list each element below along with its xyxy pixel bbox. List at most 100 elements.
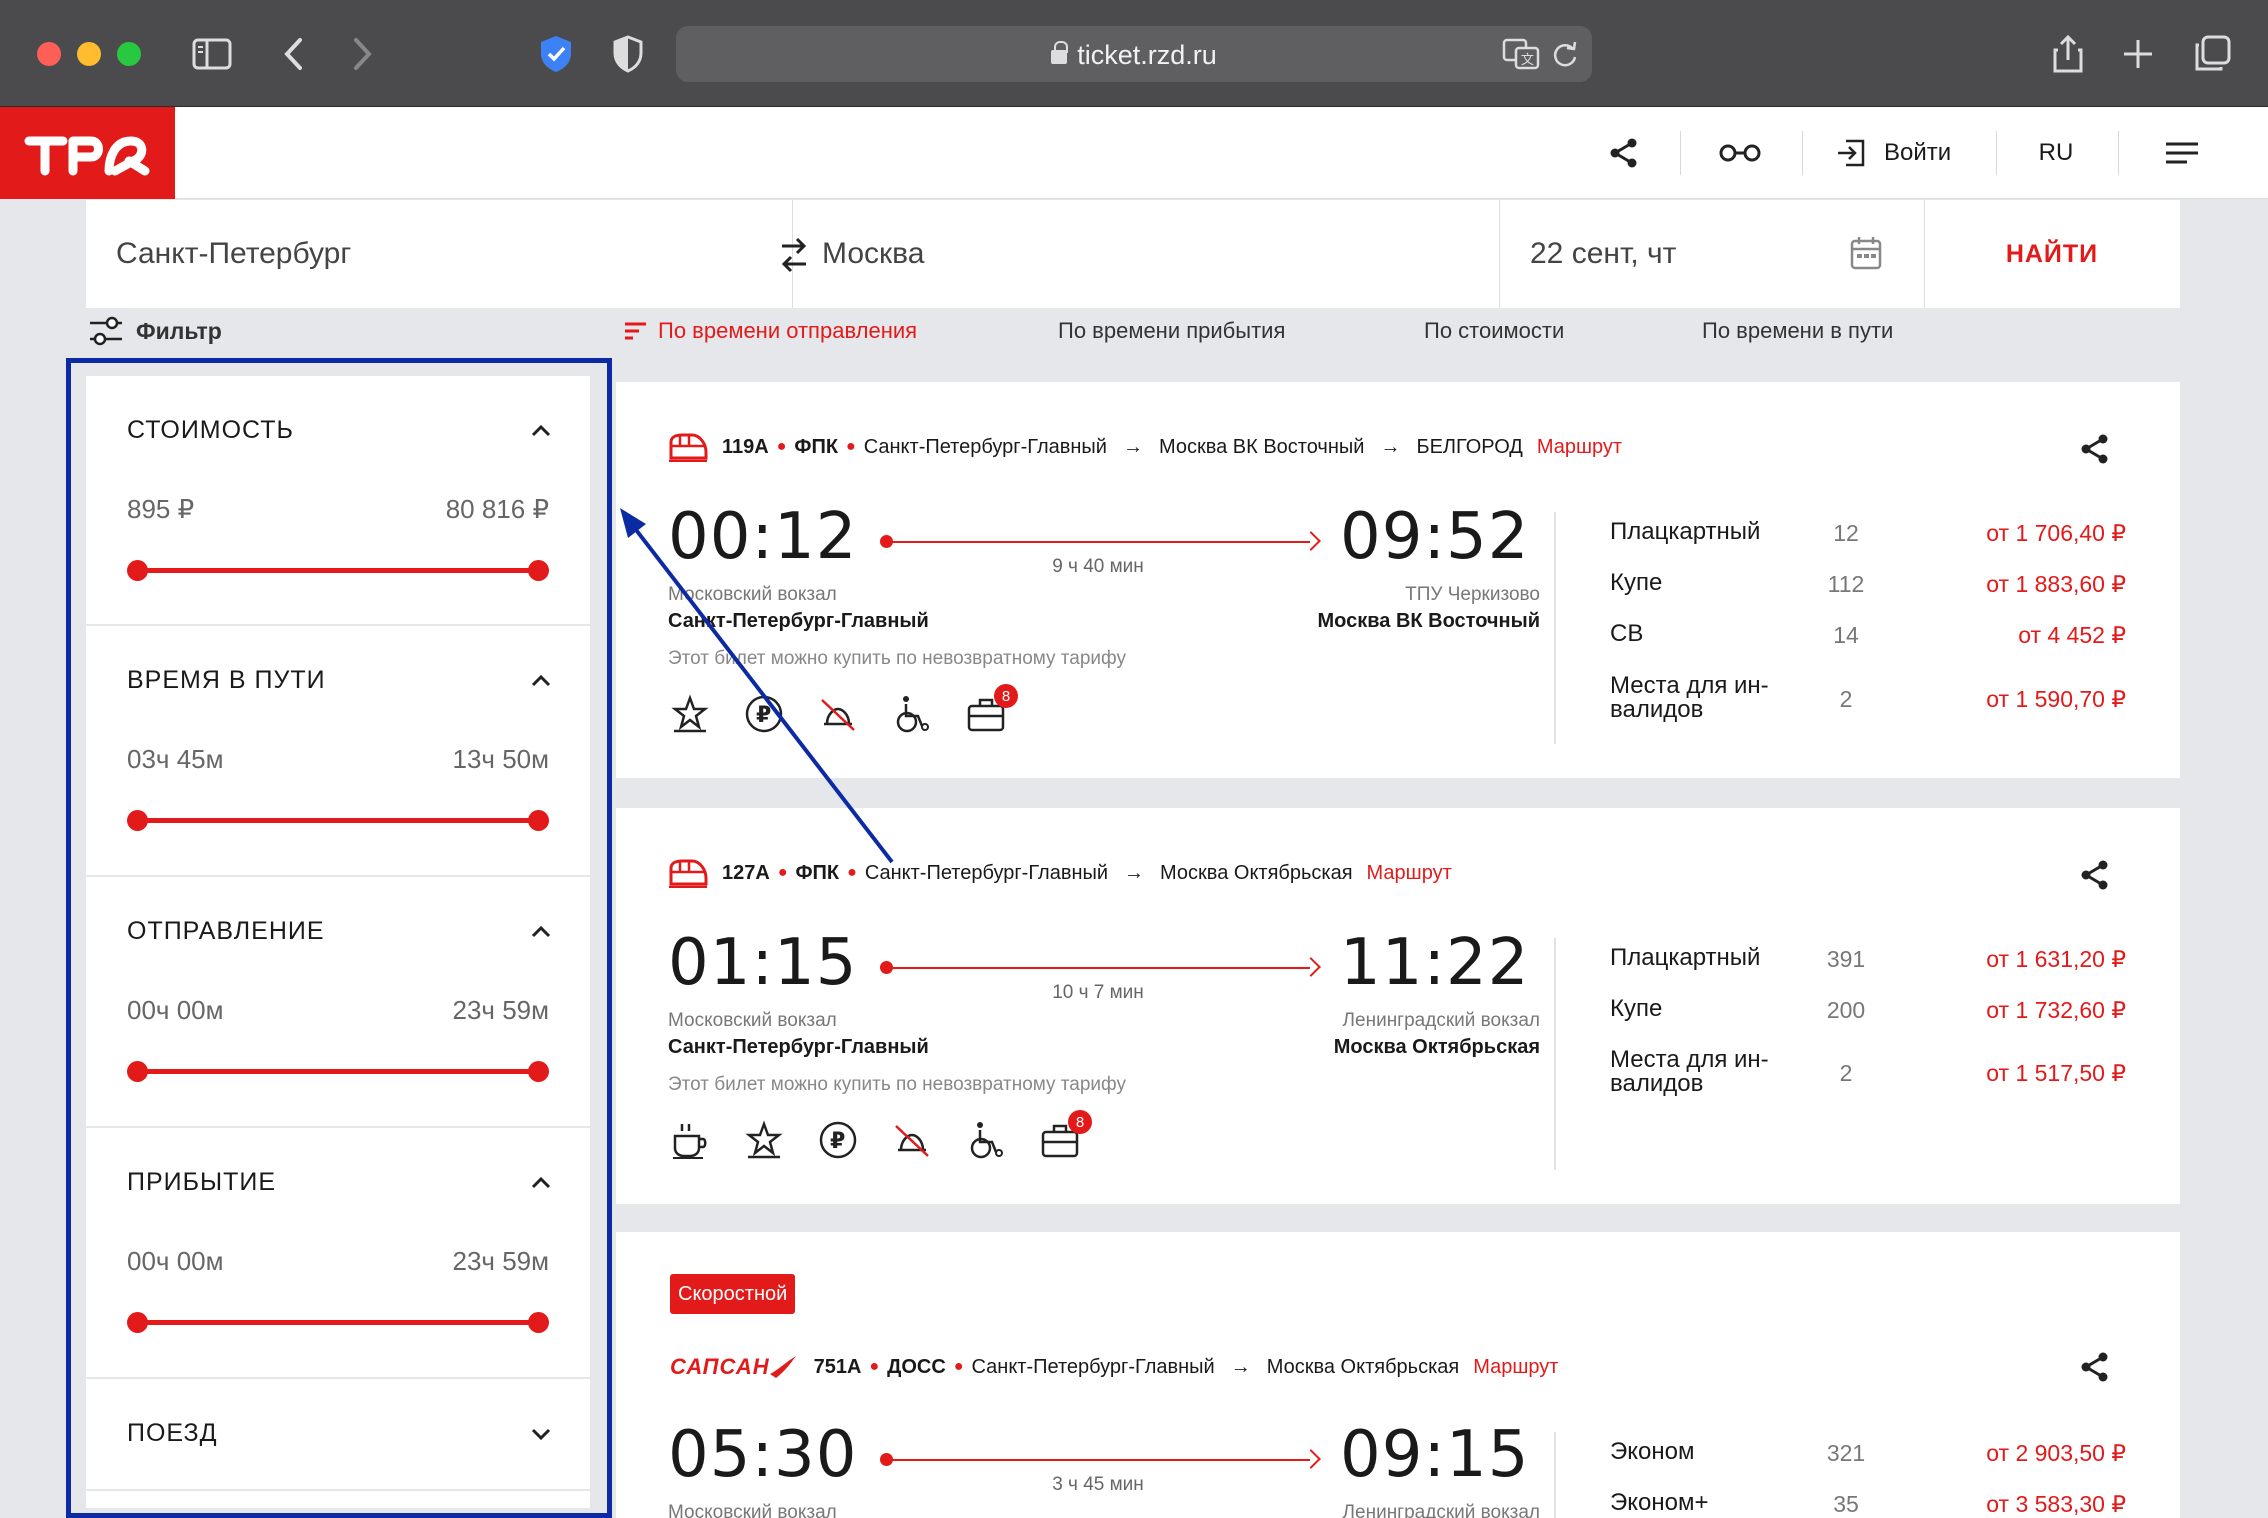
- share-icon[interactable]: [2080, 1352, 2110, 1382]
- date-field[interactable]: 22 сент, чт: [1530, 200, 1676, 308]
- close-window-button[interactable]: [37, 42, 61, 66]
- slider-max-handle[interactable]: [528, 1061, 549, 1082]
- login-button[interactable]: Войти: [1836, 107, 1966, 199]
- shield-check-icon[interactable]: [532, 30, 580, 78]
- slider-max-handle[interactable]: [528, 560, 549, 581]
- share-icon[interactable]: [1600, 107, 1648, 199]
- seat-price[interactable]: от 4 452 ₽: [2018, 622, 2126, 649]
- to-field[interactable]: Москва: [822, 200, 924, 308]
- slider-max-handle[interactable]: [528, 810, 549, 831]
- route-link[interactable]: Маршрут: [1473, 1356, 1558, 1379]
- seat-class[interactable]: Купе: [1610, 997, 1662, 1021]
- arrow-right-icon: →: [1122, 435, 1143, 458]
- seat-price[interactable]: от 1 590,70 ₽: [1986, 686, 2126, 713]
- train-card[interactable]: 127А ● ФПК ● Санкт-Петербург-Главный → М…: [616, 808, 2180, 1204]
- new-tab-icon[interactable]: [2114, 30, 2162, 78]
- train-card[interactable]: Скоростной САПСАН 751А ● ДОСС ● Санкт-Пе…: [616, 1232, 2180, 1518]
- seat-class[interactable]: Эконом: [1610, 1440, 1694, 1464]
- wheelchair-icon: [964, 1118, 1008, 1162]
- back-icon[interactable]: [270, 30, 318, 78]
- filter-section-train: ПОЕЗД: [86, 1379, 590, 1491]
- chevron-up-icon[interactable]: [530, 1172, 552, 1194]
- seat-class[interactable]: Плацкартный: [1610, 520, 1760, 544]
- seat-class[interactable]: Купе: [1610, 571, 1662, 595]
- range-slider[interactable]: [127, 1061, 549, 1082]
- tabs-overview-icon[interactable]: [2188, 30, 2236, 78]
- chevron-down-icon[interactable]: [530, 1423, 552, 1445]
- route-to: БЕЛГОРОД: [1416, 435, 1523, 458]
- seat-class[interactable]: Эконом+: [1610, 1491, 1708, 1515]
- find-button[interactable]: НАЙТИ: [1924, 200, 2180, 308]
- route-from: Санкт-Петербург-Главный: [971, 1355, 1215, 1378]
- from-field[interactable]: Санкт-Петербург: [116, 200, 351, 308]
- language-switch[interactable]: RU: [2030, 107, 2082, 199]
- filter-title[interactable]: ВРЕМЯ В ПУТИ: [127, 666, 326, 695]
- sort-active-icon: [624, 321, 648, 341]
- rzd-logo[interactable]: [0, 107, 175, 199]
- train-header: 127А ● ФПК ● Санкт-Петербург-Главный → М…: [668, 858, 1452, 888]
- swap-icon[interactable]: [778, 236, 810, 274]
- slider-min-handle[interactable]: [127, 810, 148, 831]
- calendar-icon[interactable]: [1850, 236, 1882, 270]
- slider-min-handle[interactable]: [127, 1061, 148, 1082]
- maximize-window-button[interactable]: [117, 42, 141, 66]
- filter-title[interactable]: ОТПРАВЛЕНИЕ: [127, 917, 325, 946]
- arrival-station-sub: Ленинградский вокзал: [1342, 1010, 1540, 1031]
- chevron-up-icon[interactable]: [530, 921, 552, 943]
- seat-price[interactable]: от 3 583,30 ₽: [1986, 1491, 2126, 1518]
- chevron-up-icon[interactable]: [530, 420, 552, 442]
- url-text: ticket.rzd.ru: [1077, 40, 1217, 70]
- seat-class[interactable]: Места для ин- валидов: [1610, 674, 1769, 722]
- range-slider[interactable]: [127, 560, 549, 581]
- filter-toggle[interactable]: Фильтр: [88, 316, 222, 346]
- filter-panel: СТОИМОСТЬ 895 ₽ 80 816 ₽ ВРЕМЯ В ПУТИ 03…: [86, 376, 590, 1508]
- sidebar-icon[interactable]: [188, 30, 236, 78]
- seat-price[interactable]: от 1 732,60 ₽: [1986, 997, 2126, 1024]
- privacy-shield-icon[interactable]: [604, 30, 652, 78]
- route-to: Москва Октябрьская: [1266, 1355, 1460, 1378]
- range-max: 23ч 59м: [452, 1246, 549, 1276]
- slider-min-handle[interactable]: [127, 1312, 148, 1333]
- arrival-station-sub: Ленинградский вокзал: [1342, 1502, 1540, 1518]
- route-link[interactable]: Маршрут: [1367, 862, 1452, 885]
- minimize-window-button[interactable]: [77, 42, 101, 66]
- slider-min-handle[interactable]: [127, 560, 148, 581]
- translate-icon[interactable]: 文: [1502, 38, 1542, 70]
- seat-price[interactable]: от 1 883,60 ₽: [1986, 571, 2126, 598]
- share-browser-icon[interactable]: [2044, 30, 2092, 78]
- seat-class[interactable]: Места для ин- валидов: [1610, 1048, 1769, 1096]
- slider-max-handle[interactable]: [528, 1312, 549, 1333]
- menu-icon[interactable]: [2160, 107, 2204, 199]
- seat-class[interactable]: СВ: [1610, 622, 1643, 646]
- filter-title[interactable]: ПРИБЫТИЕ: [127, 1168, 276, 1197]
- seat-count: 112: [1827, 571, 1865, 597]
- filter-label: Фильтр: [136, 317, 222, 344]
- accessibility-glasses-icon[interactable]: [1716, 107, 1764, 199]
- seat-price[interactable]: от 1 706,40 ₽: [1986, 520, 2126, 547]
- seat-price[interactable]: от 1 631,20 ₽: [1986, 946, 2126, 973]
- filter-section-duration: ВРЕМЯ В ПУТИ 03ч 45м 13ч 50м: [86, 626, 590, 877]
- sort-by-duration[interactable]: По времени в пути: [1702, 316, 1893, 346]
- sort-by-arrival[interactable]: По времени прибытия: [1058, 316, 1285, 346]
- address-bar[interactable]: ticket.rzd.ru 文: [676, 26, 1592, 82]
- sort-by-departure[interactable]: По времени отправления: [624, 316, 917, 346]
- chevron-up-icon[interactable]: [530, 670, 552, 692]
- seat-class[interactable]: Плацкартный: [1610, 946, 1760, 970]
- route-from: Санкт-Петербург-Главный: [864, 861, 1109, 884]
- nonrefund-note: Этот билет можно купить по невозвратному…: [668, 648, 1126, 669]
- filter-title[interactable]: ПОЕЗД: [127, 1419, 218, 1448]
- train-card[interactable]: 119А ● ФПК ● Санкт-Петербург-Главный → М…: [616, 382, 2180, 778]
- seat-price[interactable]: от 1 517,50 ₽: [1986, 1060, 2126, 1087]
- share-icon[interactable]: [2080, 434, 2110, 464]
- reload-icon[interactable]: [1552, 40, 1578, 68]
- sort-by-price[interactable]: По стоимости: [1424, 316, 1564, 346]
- forward-icon[interactable]: [338, 30, 386, 78]
- seat-price[interactable]: от 2 903,50 ₽: [1986, 1440, 2126, 1467]
- range-slider[interactable]: [127, 1312, 549, 1333]
- range-slider[interactable]: [127, 810, 549, 831]
- train-number: 127А: [722, 861, 770, 884]
- route-link[interactable]: Маршрут: [1537, 436, 1622, 459]
- filter-title[interactable]: СТОИМОСТЬ: [127, 416, 294, 445]
- share-icon[interactable]: [2080, 860, 2110, 890]
- route-from: Санкт-Петербург-Главный: [863, 435, 1107, 458]
